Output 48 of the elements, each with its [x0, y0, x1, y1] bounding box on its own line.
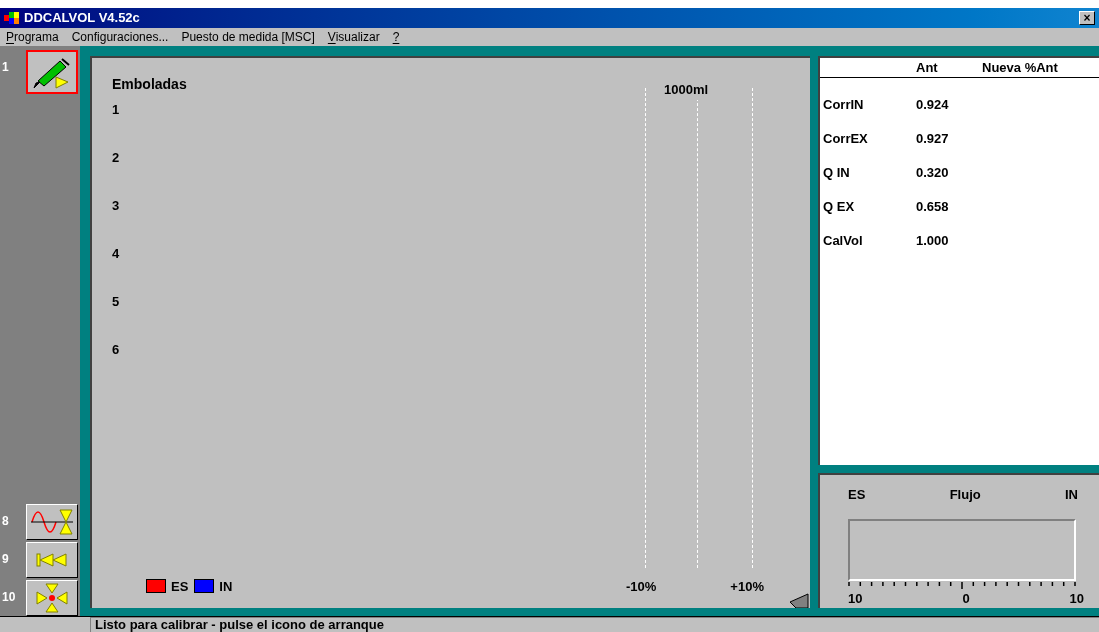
status-text: Listo para calibrar - pulse el icono de arranque	[90, 617, 1099, 632]
row-label: CalVol	[822, 231, 864, 250]
stroke-number: 5	[112, 293, 121, 310]
resize-grip-icon	[788, 592, 810, 608]
axis-label: +10%	[730, 577, 764, 596]
axis-label: -10%	[626, 577, 657, 596]
table-cell-text: 0.658	[916, 197, 949, 216]
flow-side-label: IN	[1065, 486, 1078, 504]
app-logo-icon	[4, 11, 20, 25]
rewind-icon	[35, 552, 69, 568]
stroke-number: 4	[112, 245, 121, 262]
menu-item[interactable]: ?	[392, 28, 400, 46]
panel-title: Emboladas	[112, 75, 188, 94]
tool-button[interactable]	[26, 50, 78, 94]
row-label: Q EX	[822, 197, 856, 216]
table-cell-text: 1.000	[916, 231, 949, 250]
tool-number: 1	[1, 59, 10, 76]
window-title: DDCALVOL V4.52c	[24, 9, 140, 28]
stroke-number: 1	[112, 101, 121, 118]
tool-number: 10	[1, 589, 17, 606]
close-button[interactable]: ×	[1079, 11, 1095, 25]
table-cell-text: 0.924	[916, 95, 949, 114]
menu-item[interactable]: Programa	[6, 28, 59, 46]
tool-number: 8	[1, 513, 10, 530]
scale-label: 10	[1069, 589, 1084, 608]
row-label: CorrIN	[822, 95, 865, 114]
table-cell-text: 0.320	[916, 163, 949, 182]
table-cell-text: 0.927	[916, 129, 949, 148]
syringe-icon	[32, 55, 72, 89]
tool-number: 9	[1, 551, 10, 568]
stroke-number: 2	[112, 149, 121, 166]
row-label: CorrEX	[822, 129, 869, 148]
stroke-number: 6	[112, 341, 121, 358]
flow-title: Flujo	[949, 486, 981, 504]
arrows-center-icon	[35, 583, 69, 613]
legend-label: ES	[171, 577, 189, 596]
legend-label: IN	[219, 577, 233, 596]
row-label: Q IN	[822, 163, 851, 182]
stroke-number: 3	[112, 197, 121, 214]
menu-item[interactable]: Puesto de medida [MSC]	[181, 28, 315, 46]
menu-item[interactable]: Configuraciones...	[71, 28, 169, 46]
column-header: Nueva %Ant	[982, 58, 1058, 77]
scale-label: 10	[848, 589, 863, 608]
scale-label: 0	[962, 589, 970, 608]
flow-side-label: ES	[848, 486, 866, 504]
column-header: Ant	[916, 58, 939, 77]
wave-icon	[30, 507, 74, 537]
menu-item[interactable]: Visualizar	[327, 28, 380, 46]
